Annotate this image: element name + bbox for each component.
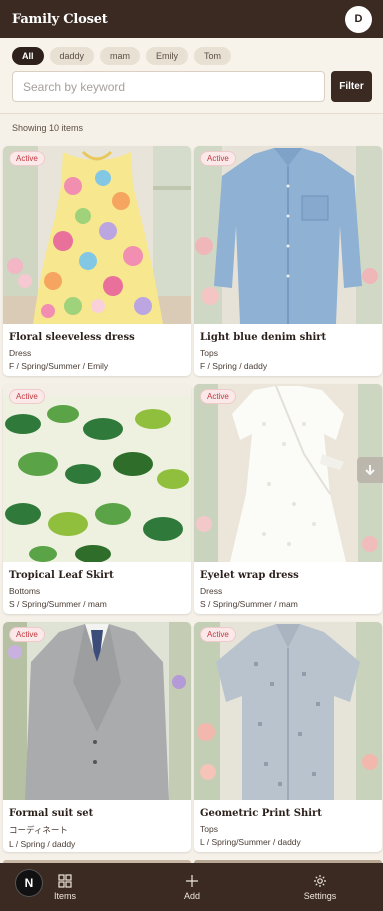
app-header: Family Closet D <box>0 0 383 38</box>
chip-all[interactable]: All <box>12 47 44 65</box>
item-category: コーディネート <box>9 825 68 835</box>
status-badge: Active <box>200 627 236 642</box>
arrow-down-icon <box>365 465 375 476</box>
item-category: Dress <box>200 586 223 596</box>
avatar[interactable]: D <box>345 5 372 33</box>
floral-dress-image <box>3 146 191 324</box>
results-count: Showing 10 items <box>12 123 84 133</box>
bottom-nav: Items Add Settings <box>0 863 383 911</box>
item-category: Tops <box>200 348 218 358</box>
status-badge: Active <box>9 627 45 642</box>
item-card[interactable]: Active Eyelet wrap dress Dress S / Sprin… <box>194 384 382 614</box>
chip-mam[interactable]: mam <box>100 47 141 65</box>
owner-chips: All daddy mam Emily Tom <box>12 47 232 65</box>
chip-tom[interactable]: Tom <box>194 47 232 65</box>
chip-emily[interactable]: Emily <box>146 47 189 65</box>
item-name: Geometric Print Shirt <box>200 808 322 819</box>
grid-icon <box>58 873 72 888</box>
n-badge-button[interactable]: N <box>16 870 42 896</box>
item-category: Tops <box>200 824 218 834</box>
status-badge: Active <box>200 151 236 166</box>
item-photo: Active <box>3 146 191 324</box>
item-meta: F / Spring/Summer / Emily <box>9 361 109 371</box>
status-badge: Active <box>9 389 45 404</box>
item-photo: Active <box>3 622 191 800</box>
item-category: Bottoms <box>9 586 41 596</box>
item-name: Formal suit set <box>9 808 94 819</box>
nav-items-label: Items <box>53 890 76 901</box>
app-title: Family Closet <box>12 11 108 27</box>
item-name: Floral sleeveless dress <box>9 332 135 343</box>
nav-settings[interactable]: Settings <box>298 863 342 911</box>
nav-items[interactable]: Items <box>48 863 82 911</box>
item-card[interactable]: Active Tropical Leaf Skirt Bottoms S / S… <box>3 384 191 614</box>
item-category: Dress <box>9 348 32 358</box>
search-input[interactable] <box>12 71 325 102</box>
filter-button[interactable]: Filter <box>331 71 372 102</box>
plus-icon <box>186 874 198 887</box>
nav-settings-label: Settings <box>303 890 337 901</box>
item-meta: S / Spring/Summer / mam <box>9 599 107 609</box>
item-photo: Active <box>194 146 382 324</box>
item-meta: S / Spring/Summer / mam <box>200 599 298 609</box>
geometric-shirt-image <box>194 622 382 800</box>
item-photo: Active <box>3 384 191 562</box>
nav-add[interactable]: Add <box>176 863 208 911</box>
scroll-down-button[interactable] <box>357 457 383 483</box>
filter-bar: All daddy mam Emily Tom Filter <box>0 38 383 114</box>
item-meta: L / Spring / daddy <box>9 839 76 849</box>
item-name: Tropical Leaf Skirt <box>9 570 114 581</box>
item-name: Light blue denim shirt <box>200 332 327 343</box>
denim-shirt-image <box>194 146 382 324</box>
status-badge: Active <box>200 389 236 404</box>
item-card[interactable]: Active Floral sleeveless dress Dress F /… <box>3 146 191 376</box>
tropical-skirt-image <box>3 384 191 562</box>
item-meta: L / Spring/Summer / daddy <box>200 837 301 847</box>
item-meta: F / Spring / daddy <box>200 361 268 371</box>
item-card[interactable]: Active Light blue denim shirt Tops F / S… <box>194 146 382 376</box>
nav-add-label: Add <box>183 890 200 901</box>
eyelet-dress-image <box>194 384 382 562</box>
item-card[interactable]: Active Formal suit set コーディネート L / Sprin… <box>3 622 191 852</box>
gear-icon <box>314 874 326 887</box>
item-name: Eyelet wrap dress <box>200 570 299 581</box>
item-card[interactable]: Active Geometric Print Shirt Tops L / Sp… <box>194 622 382 852</box>
suit-image <box>3 622 191 800</box>
item-photo: Active <box>194 622 382 800</box>
item-photo: Active <box>194 384 382 562</box>
chip-daddy[interactable]: daddy <box>49 47 95 65</box>
status-badge: Active <box>9 151 45 166</box>
